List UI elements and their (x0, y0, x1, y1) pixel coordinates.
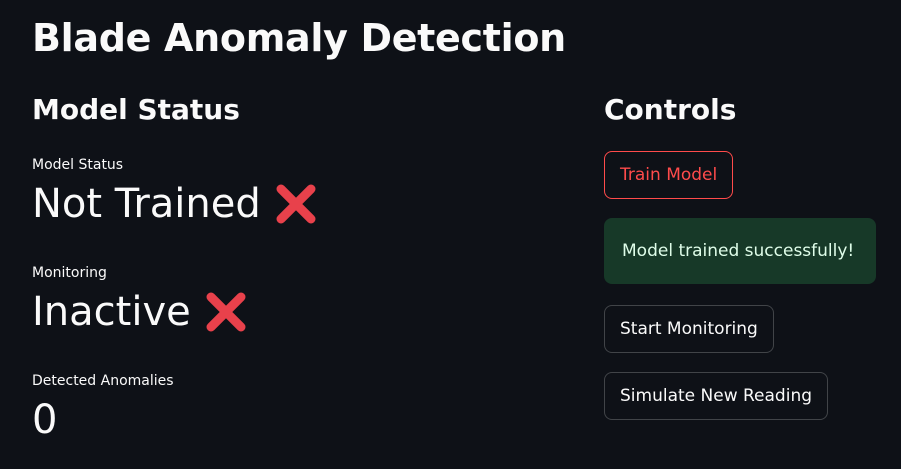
simulate-reading-button[interactable]: Simulate New Reading (604, 372, 829, 420)
status-heading: Model Status (32, 93, 240, 126)
controls-panel: Controls Train Model Model trained succe… (604, 88, 876, 420)
app-root: Blade Anomaly Detection Model Status Mod… (0, 0, 901, 469)
metric-monitoring: Monitoring Inactive (32, 264, 251, 338)
metric-value: Inactive (32, 286, 251, 338)
metric-value-text: Inactive (32, 289, 191, 335)
metric-label: Monitoring (32, 265, 107, 281)
metric-label: Model Status (32, 157, 124, 173)
start-monitoring-button[interactable]: Start Monitoring (604, 305, 774, 353)
cross-mark-icon (276, 184, 316, 224)
metric-value-text: Not Trained (32, 181, 261, 227)
metric-label: Detected Anomalies (32, 373, 174, 389)
cross-mark-icon (206, 292, 246, 332)
status-panel: Model Status Model Status Not Trained Mo… (32, 88, 552, 443)
controls-heading: Controls (604, 93, 737, 126)
success-alert: Model trained successfully! (604, 218, 876, 284)
train-model-button[interactable]: Train Model (604, 151, 734, 199)
metric-model-status: Model Status Not Trained (32, 156, 321, 230)
metric-value: Not Trained (32, 178, 321, 230)
page-title: Blade Anomaly Detection (32, 16, 566, 60)
metric-detected-anomalies: Detected Anomalies 0 (32, 372, 174, 446)
metric-value: 0 (32, 394, 174, 446)
metric-value-text: 0 (32, 397, 58, 443)
